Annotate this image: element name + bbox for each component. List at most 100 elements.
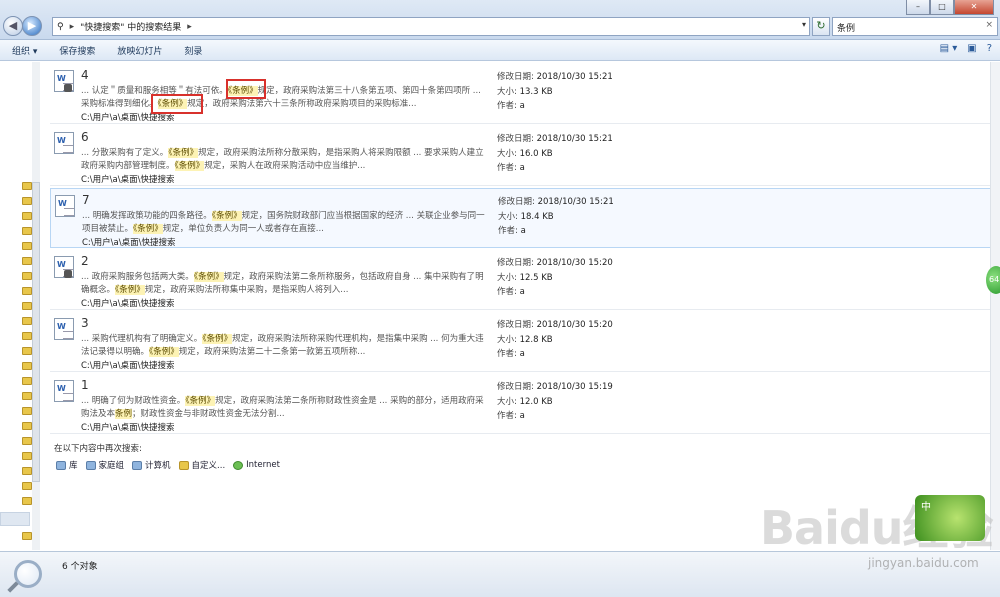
item-count: 6 个对象: [62, 562, 98, 572]
word-document-icon: [54, 380, 74, 402]
homegroup-icon: [85, 460, 96, 470]
folder-icon[interactable]: [22, 452, 32, 460]
maximize-button[interactable]: □: [930, 0, 954, 15]
list-item-selected[interactable]: 7 ... 明确发挥政策功能的四条路径。《条例》规定，国务院财政部门应当根据国家…: [50, 188, 998, 248]
burn-button[interactable]: 刻录: [184, 44, 202, 57]
file-title[interactable]: 6: [81, 130, 89, 144]
forward-button[interactable]: ▶: [22, 16, 42, 36]
folder-icon[interactable]: [22, 392, 32, 400]
help-icon[interactable]: ?: [987, 43, 992, 54]
magnifier-icon: [14, 560, 42, 588]
folder-icon[interactable]: [22, 362, 32, 370]
slideshow-button[interactable]: 放映幻灯片: [117, 44, 162, 57]
search-again-homegroup[interactable]: 家庭组: [85, 459, 124, 471]
file-meta: 修改日期: 2018/10/30 15:20 大小: 12.5 KB 作者: a: [497, 258, 613, 297]
breadcrumb-separator: ▸: [69, 21, 75, 32]
back-button[interactable]: ◀: [3, 16, 23, 36]
window-controls: – □ ✕: [906, 0, 994, 15]
refresh-icon[interactable]: ↻: [812, 17, 830, 36]
folder-icon[interactable]: [22, 212, 32, 220]
folder-icon[interactable]: [22, 317, 32, 325]
search-input[interactable]: 条例 ×: [832, 17, 998, 36]
word-document-icon: [54, 132, 74, 154]
file-title[interactable]: 7: [82, 193, 90, 207]
chevron-down-icon[interactable]: ▾: [802, 20, 806, 29]
file-snippet: ... 明确了何为财政性资金。《条例》规定，政府采购法第二条所称财政性资金是 .…: [81, 396, 484, 419]
watermark-url: jingyan.baidu.com: [868, 556, 979, 570]
search-again-custom[interactable]: 自定义...: [178, 459, 225, 471]
file-path: C:\用户\a\桌面\快捷搜索: [81, 175, 175, 185]
organize-button[interactable]: 组织 ▾: [12, 44, 37, 57]
nav-selected-item[interactable]: [0, 512, 30, 526]
file-path: C:\用户\a\桌面\快捷搜索: [82, 238, 176, 248]
floating-badge[interactable]: 64: [986, 266, 1000, 294]
file-snippet: ... 采购代理机构有了明确定义。《条例》规定，政府采购法所称采购代理机构，是指…: [81, 334, 484, 357]
folder-icon[interactable]: [22, 287, 32, 295]
title-bar: – □ ✕ ◀ ▶ ⚲ ▸ "快捷搜索" 中的搜索结果 ▸ ▾ ↻ 条例 ×: [0, 0, 1000, 40]
folder-icon[interactable]: [22, 182, 32, 190]
folder-icon: [178, 460, 189, 470]
folder-icon[interactable]: [22, 302, 32, 310]
folder-icon[interactable]: [22, 532, 32, 540]
file-meta: 修改日期: 2018/10/30 15:20 大小: 12.8 KB 作者: a: [497, 320, 613, 359]
file-meta: 修改日期: 2018/10/30 15:19 大小: 12.0 KB 作者: a: [497, 382, 613, 421]
file-meta: 修改日期: 2018/10/30 15:21 大小: 16.0 KB 作者: a: [497, 134, 613, 173]
internet-icon: [233, 460, 244, 470]
library-icon: [56, 460, 66, 470]
breadcrumb-location[interactable]: "快捷搜索" 中的搜索结果: [80, 20, 181, 33]
folder-icon[interactable]: [22, 272, 32, 280]
close-icon[interactable]: ×: [985, 20, 993, 30]
annotation-box: [151, 94, 203, 114]
file-title[interactable]: 4: [81, 68, 89, 82]
nav-scroll-thumb[interactable]: [32, 182, 40, 482]
file-title[interactable]: 1: [81, 378, 89, 392]
file-path: C:\用户\a\桌面\快捷搜索: [81, 299, 175, 309]
search-icon: ⚲: [57, 21, 64, 32]
folder-icon[interactable]: [22, 437, 32, 445]
watermark-logo: 中: [915, 495, 985, 541]
file-title[interactable]: 2: [81, 254, 89, 268]
search-again-internet[interactable]: Internet: [233, 459, 280, 471]
file-meta: 修改日期: 2018/10/30 15:21 大小: 13.3 KB 作者: a: [497, 72, 613, 111]
close-button[interactable]: ✕: [954, 0, 994, 15]
view-options-icon[interactable]: ▤ ▾: [940, 43, 958, 54]
file-snippet: ... 明确发挥政策功能的四条路径。《条例》规定，国务院财政部门应当根据国家的经…: [82, 211, 485, 234]
word-document-icon: [54, 318, 74, 340]
folder-icon[interactable]: [22, 242, 32, 250]
address-bar[interactable]: ⚲ ▸ "快捷搜索" 中的搜索结果 ▸ ▾: [52, 17, 810, 36]
search-again-links: 库 家庭组 计算机 自定义... Internet: [56, 459, 280, 471]
search-again-library[interactable]: 库: [56, 459, 78, 471]
word-document-icon: [55, 195, 75, 217]
folder-icon[interactable]: [22, 197, 32, 205]
results-scrollbar[interactable]: [990, 62, 1000, 550]
folder-icon[interactable]: [22, 497, 32, 505]
file-path: C:\用户\a\桌面\快捷搜索: [81, 361, 175, 371]
file-meta: 修改日期: 2018/10/30 15:21 大小: 18.4 KB 作者: a: [498, 197, 614, 236]
computer-icon: [132, 460, 143, 470]
preview-pane-icon[interactable]: ▣: [967, 43, 976, 54]
list-item[interactable]: 6 ... 分散采购有了定义。《条例》规定，政府采购法所称分散采购，是指采购人将…: [50, 126, 998, 186]
list-item[interactable]: 3 ... 采购代理机构有了明确定义。《条例》规定，政府采购法所称采购代理机构，…: [50, 312, 998, 372]
file-snippet: ... 分散采购有了定义。《条例》规定，政府采购法所称分散采购，是指采购人将采购…: [81, 148, 484, 171]
list-item[interactable]: 2 ... 政府采购服务包括两大类。《条例》规定，政府采购法第二条所称服务，包括…: [50, 250, 998, 310]
folder-icon[interactable]: [22, 332, 32, 340]
file-path: C:\用户\a\桌面\快捷搜索: [81, 423, 175, 433]
navigation-pane: [0, 62, 40, 550]
folder-icon[interactable]: [22, 422, 32, 430]
toolbar-right: ▤ ▾ ▣ ?: [940, 43, 992, 54]
folder-icon[interactable]: [22, 347, 32, 355]
folder-icon[interactable]: [22, 482, 32, 490]
lock-icon: [64, 270, 72, 278]
search-again-computer[interactable]: 计算机: [132, 459, 171, 471]
list-item[interactable]: 1 ... 明确了何为财政性资金。《条例》规定，政府采购法第二条所称财政性资金是…: [50, 374, 998, 434]
file-snippet: ... 政府采购服务包括两大类。《条例》规定，政府采购法第二条所称服务，包括政府…: [81, 272, 484, 295]
search-again-label: 在以下内容中再次搜索:: [54, 444, 142, 454]
file-title[interactable]: 3: [81, 316, 89, 330]
folder-icon[interactable]: [22, 377, 32, 385]
minimize-button[interactable]: –: [906, 0, 930, 15]
save-search-button[interactable]: 保存搜索: [59, 44, 95, 57]
folder-icon[interactable]: [22, 467, 32, 475]
folder-icon[interactable]: [22, 257, 32, 265]
folder-icon[interactable]: [22, 227, 32, 235]
folder-icon[interactable]: [22, 407, 32, 415]
